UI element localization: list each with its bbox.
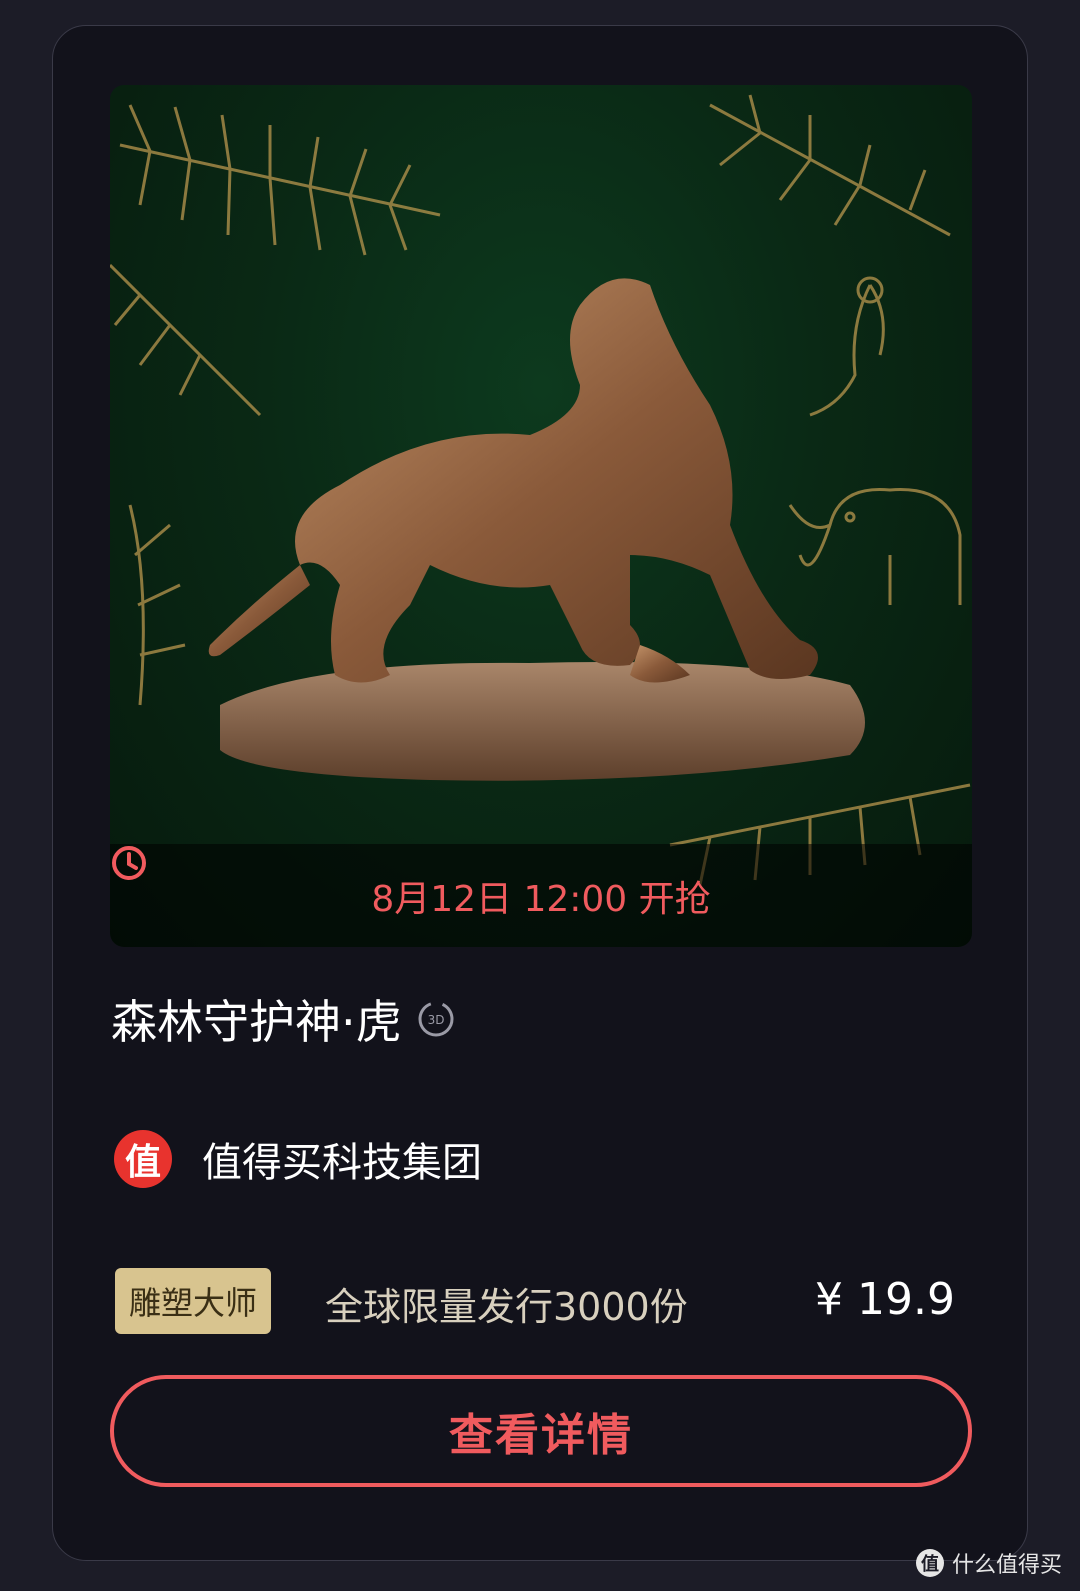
price: ¥ 19.9	[815, 1274, 955, 1325]
view-details-button[interactable]: 查看详情	[110, 1375, 972, 1487]
release-time-text: 8月12日 12:00 开抢	[371, 878, 711, 920]
product-card[interactable]: 8月12日 12:00 开抢 森林守护神·虎 3D 值 值得买科技集团 雕塑大师…	[52, 25, 1028, 1561]
issuer-name: 值得买科技集团	[202, 1140, 482, 1186]
product-image[interactable]: 8月12日 12:00 开抢	[110, 85, 972, 947]
issuer-row[interactable]: 值 值得买科技集团	[114, 1130, 482, 1188]
title-row: 森林守护神·虎 3D	[111, 986, 456, 1052]
watermark-text: 什么值得买	[951, 1553, 1062, 1578]
3d-rotate-icon[interactable]: 3D	[416, 999, 456, 1039]
category-tag: 雕塑大师	[115, 1268, 272, 1334]
meta-row: 雕塑大师 全球限量发行3000份 ¥ 19.9	[115, 1266, 955, 1336]
release-time-bar: 8月12日 12:00 开抢	[110, 844, 972, 947]
edition-limit: 全球限量发行3000份	[325, 1285, 688, 1329]
product-title: 森林守护神·虎	[111, 995, 402, 1049]
issuer-logo: 值	[114, 1130, 172, 1188]
clock-icon	[112, 846, 146, 880]
watermark: 值 什么值得买	[915, 1547, 1062, 1579]
tiger-sculpture-illustration	[110, 94, 971, 886]
watermark-logo: 值	[915, 1549, 944, 1577]
3d-badge-text: 3D	[427, 1013, 444, 1027]
